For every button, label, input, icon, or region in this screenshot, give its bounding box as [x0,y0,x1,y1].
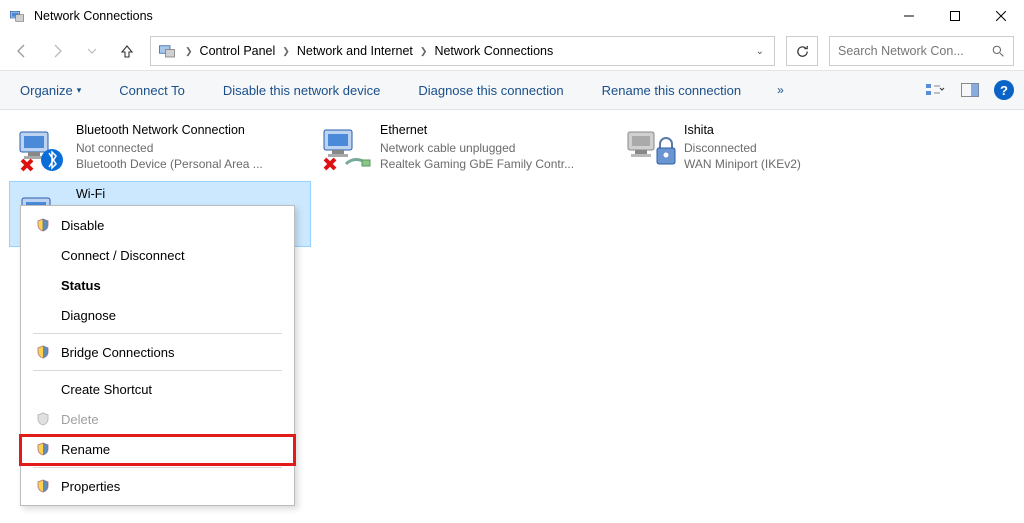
preview-pane-button[interactable] [960,80,980,100]
ctx-disable[interactable]: Disable [23,210,292,240]
connection-icon [622,122,678,178]
search-icon [992,45,1005,58]
search-input[interactable]: Search Network Con... [829,36,1014,66]
chevron-right-icon: ❯ [181,46,197,57]
connection-status: Not connected [76,140,263,157]
app-icon [8,7,26,25]
ctx-rename[interactable]: Rename [23,434,292,464]
content-area: Bluetooth Network Connection Not connect… [0,110,1024,254]
minimize-button[interactable] [886,0,932,32]
diagnose-button[interactable]: Diagnose this connection [408,77,573,104]
ctx-connect-disconnect[interactable]: Connect / Disconnect [23,240,292,270]
window-controls [886,0,1024,32]
shield-icon [35,344,51,360]
ctx-status[interactable]: Status [23,270,292,300]
ctx-diagnose[interactable]: Diagnose [23,300,292,330]
connection-item-bluetooth[interactable]: Bluetooth Network Connection Not connect… [10,118,310,182]
up-button[interactable] [115,39,139,63]
breadcrumb-item[interactable]: Network and Internet [294,37,416,65]
connection-item-ishita[interactable]: Ishita Disconnected WAN Miniport (IKEv2) [618,118,918,182]
folder-icon [157,41,177,61]
address-bar-row: ❯ Control Panel ❯ Network and Internet ❯… [0,32,1024,70]
breadcrumb-item[interactable]: Control Panel [197,37,279,65]
refresh-button[interactable] [786,36,818,66]
connection-device: Realtek Gaming GbE Family Contr... [380,156,574,173]
rename-button[interactable]: Rename this connection [592,77,751,104]
view-options-button[interactable] [926,80,946,100]
ctx-properties[interactable]: Properties [23,471,292,501]
connection-icon [318,122,374,178]
connection-icon [14,122,70,178]
shield-icon [35,411,51,427]
window-title: Network Connections [34,9,886,23]
help-icon[interactable]: ? [994,80,1014,100]
menu-separator [33,333,282,334]
search-placeholder: Search Network Con... [838,44,964,58]
toolbar: Organize▾ Connect To Disable this networ… [0,70,1024,110]
toolbar-overflow[interactable]: » [769,77,792,103]
connection-device: WAN Miniport (IKEv2) [684,156,801,173]
connection-status: Network cable unplugged [380,140,574,157]
shield-icon [35,441,51,457]
connection-name: Wi-Fi [76,186,105,204]
menu-separator [33,467,282,468]
menu-separator [33,370,282,371]
ctx-bridge-connections[interactable]: Bridge Connections [23,337,292,367]
ctx-create-shortcut[interactable]: Create Shortcut [23,374,292,404]
forward-button[interactable] [45,39,69,63]
breadcrumb-bar[interactable]: ❯ Control Panel ❯ Network and Internet ❯… [150,36,775,66]
connection-name: Bluetooth Network Connection [76,122,263,140]
connect-to-button[interactable]: Connect To [109,77,195,104]
maximize-button[interactable] [932,0,978,32]
chevron-right-icon: ❯ [416,46,432,57]
address-dropdown[interactable]: ⌄ [750,46,770,57]
connection-device: Bluetooth Device (Personal Area ... [76,156,263,173]
recent-button[interactable] [80,39,104,63]
close-button[interactable] [978,0,1024,32]
connection-name: Ishita [684,122,801,140]
ctx-delete: Delete [23,404,292,434]
connection-status: Disconnected [684,140,801,157]
connection-name: Ethernet [380,122,574,140]
context-menu: Disable Connect / Disconnect Status Diag… [20,205,295,506]
connection-item-ethernet[interactable]: Ethernet Network cable unplugged Realtek… [314,118,614,182]
disable-device-button[interactable]: Disable this network device [213,77,391,104]
organize-menu[interactable]: Organize▾ [10,77,91,104]
back-button[interactable] [10,39,34,63]
shield-icon [35,217,51,233]
shield-icon [35,478,51,494]
breadcrumb-item[interactable]: Network Connections [431,37,556,65]
chevron-right-icon: ❯ [278,46,294,57]
titlebar: Network Connections [0,0,1024,32]
